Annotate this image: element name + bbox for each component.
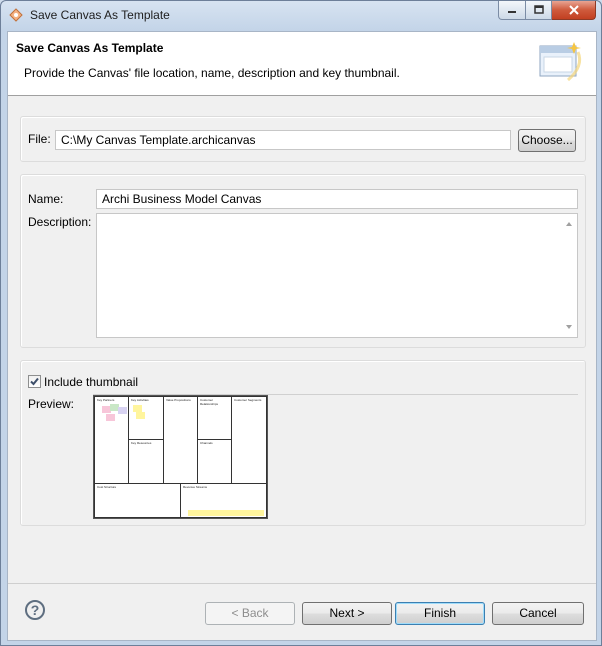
- back-button[interactable]: < Back: [205, 602, 295, 625]
- name-label: Name:: [28, 192, 64, 206]
- cancel-button[interactable]: Cancel: [492, 602, 584, 625]
- canvas-cell: Customer Relationships: [197, 396, 232, 440]
- sticky-note: [133, 405, 142, 412]
- canvas-cell: Customer Segments: [231, 396, 267, 484]
- minimize-button[interactable]: [498, 1, 526, 20]
- window-title: Save Canvas As Template: [30, 8, 170, 22]
- archi-app-icon: [9, 8, 23, 22]
- scroll-down-icon[interactable]: [566, 325, 572, 329]
- scroll-up-icon[interactable]: [566, 222, 572, 226]
- wizard-banner: Save Canvas As Template Provide the Canv…: [8, 32, 596, 96]
- dialog-window: Save Canvas As Template Save Canvas As T…: [0, 0, 602, 646]
- canvas-cell: Key Activities: [128, 396, 164, 440]
- close-button[interactable]: [552, 1, 596, 20]
- include-thumbnail-checkbox[interactable]: [28, 375, 41, 388]
- sticky-note: [188, 510, 264, 516]
- include-thumbnail-label: Include thumbnail: [44, 375, 139, 389]
- help-icon[interactable]: ?: [25, 600, 45, 620]
- title-bar[interactable]: Save Canvas As Template: [1, 1, 601, 31]
- sticky-note: [136, 412, 145, 419]
- description-label: Description:: [28, 215, 92, 229]
- close-icon: [568, 5, 579, 15]
- canvas-cell: Key Resources: [128, 439, 164, 484]
- name-input[interactable]: Archi Business Model Canvas: [96, 189, 578, 209]
- file-path-input[interactable]: C:\My Canvas Template.archicanvas: [55, 130, 511, 150]
- details-group: Name: Archi Business Model Canvas Descri…: [20, 174, 586, 348]
- finish-button[interactable]: Finish: [395, 602, 485, 625]
- wizard-banner-icon: [539, 42, 582, 82]
- minimize-icon: [508, 11, 516, 13]
- checkmark-icon: [30, 377, 39, 386]
- page-title: Save Canvas As Template: [16, 41, 164, 55]
- description-scrollbar[interactable]: [561, 214, 577, 337]
- sticky-note: [106, 414, 115, 421]
- maximize-button[interactable]: [526, 1, 552, 20]
- next-button[interactable]: Next >: [302, 602, 392, 625]
- choose-button[interactable]: Choose...: [518, 129, 576, 152]
- button-bar-separator: [8, 583, 596, 584]
- thumbnail-preview-image: Key Partners Key Activities Key Resource…: [93, 395, 268, 519]
- file-group: File: C:\My Canvas Template.archicanvas …: [20, 116, 586, 162]
- thumbnail-group: Include thumbnail Preview: Key Partners …: [20, 360, 586, 526]
- description-textarea[interactable]: [96, 213, 578, 338]
- sticky-note: [118, 407, 127, 414]
- dialog-client-area: Save Canvas As Template Provide the Canv…: [7, 31, 597, 641]
- preview-label: Preview:: [28, 397, 75, 411]
- canvas-cell: Cost Structure: [94, 483, 181, 518]
- page-description: Provide the Canvas' file location, name,…: [24, 66, 400, 80]
- canvas-cell: Value Propositions: [163, 396, 198, 484]
- canvas-cell: Channels: [197, 439, 232, 484]
- maximize-icon: [533, 5, 544, 14]
- file-label: File:: [28, 132, 51, 146]
